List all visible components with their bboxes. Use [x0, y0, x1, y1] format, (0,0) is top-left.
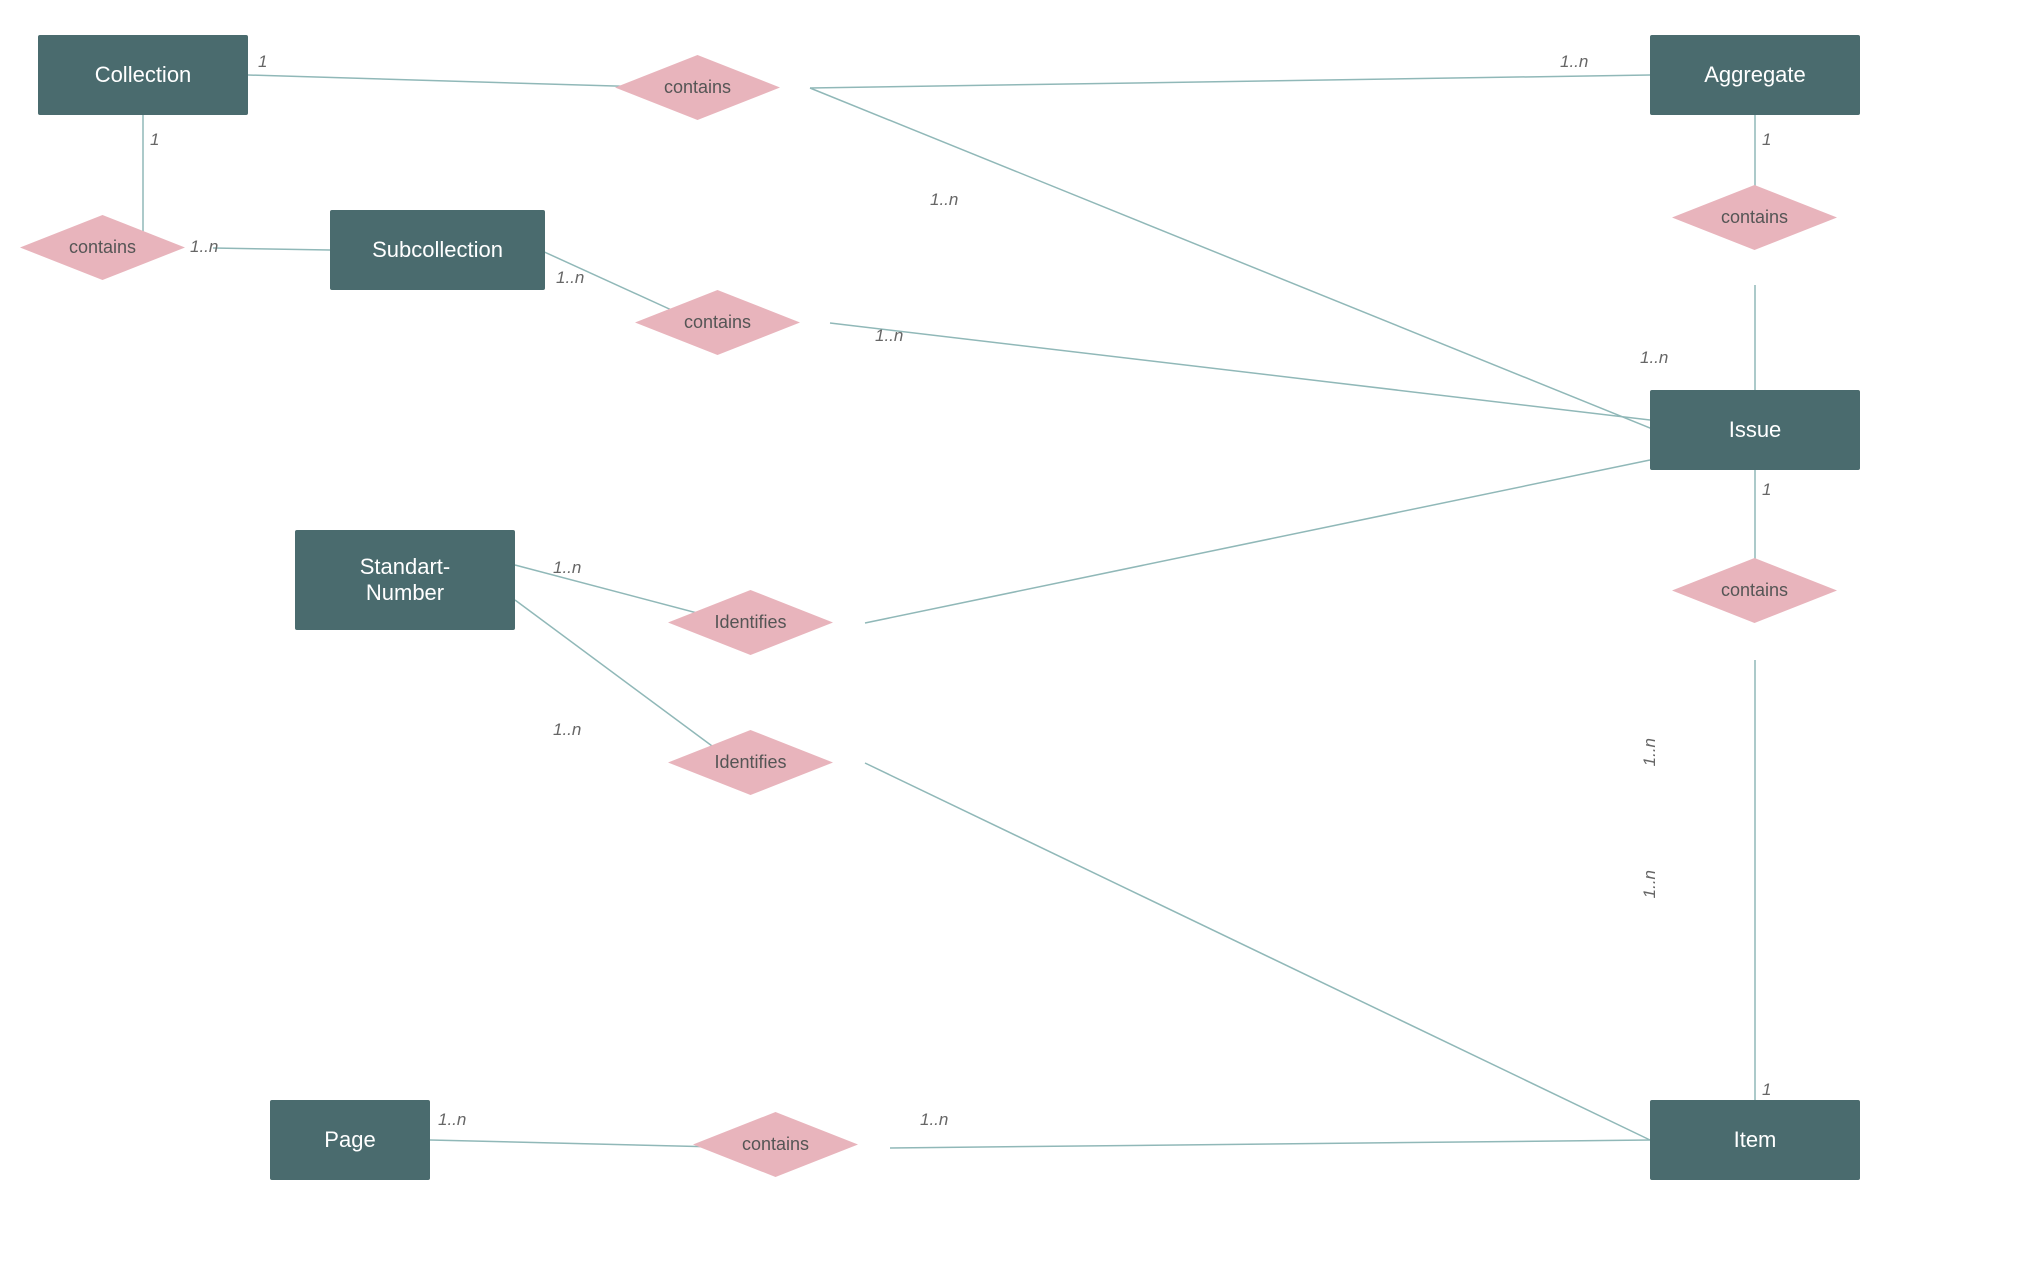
entity-aggregate: Aggregate — [1650, 35, 1860, 115]
diamond-contains-left: contains — [20, 215, 185, 280]
card-sub-issue: 1..n — [875, 326, 903, 346]
card-issue-down: 1 — [1762, 480, 1771, 500]
entity-issue: Issue — [1650, 390, 1860, 470]
card-sub-contains: 1..n — [556, 268, 584, 288]
entity-subcollection: Subcollection — [330, 210, 545, 290]
diagram-container: Collection Aggregate Subcollection Issue… — [0, 0, 2034, 1284]
card-sn-bot: 1..n — [553, 720, 581, 740]
card-aggregate-down: 1 — [1762, 130, 1771, 150]
card-contains-left-sub: 1..n — [190, 237, 218, 257]
diamond-contains-top: contains — [615, 55, 780, 120]
card-collection-top: 1 — [258, 52, 267, 72]
diamond-contains-issue: contains — [1672, 558, 1837, 623]
card-page-contains: 1..n — [438, 1110, 466, 1130]
card-top-aggregate: 1..n — [1560, 52, 1588, 72]
card-top-issue: 1..n — [930, 190, 958, 210]
card-collection-down: 1 — [150, 130, 159, 150]
diamond-contains-page: contains — [693, 1112, 858, 1177]
entity-item: Item — [1650, 1100, 1860, 1180]
diamond-contains-agg: contains — [1672, 185, 1837, 250]
card-item-top: 1 — [1762, 1080, 1771, 1100]
diamond-identifies-top: Identifies — [668, 590, 833, 655]
entity-collection: Collection — [38, 35, 248, 115]
card-sn-top: 1..n — [553, 558, 581, 578]
card-issue-item: 1..n — [1640, 738, 1660, 766]
card-contains-item: 1..n — [920, 1110, 948, 1130]
card-ident-item-vertical: 1..n — [1640, 870, 1660, 898]
entity-page: Page — [270, 1100, 430, 1180]
card-agg-issue: 1..n — [1640, 348, 1668, 368]
diamond-identifies-bot: Identifies — [668, 730, 833, 795]
diamond-contains-sub: contains — [635, 290, 800, 355]
entity-standart-number: Standart-Number — [295, 530, 515, 630]
